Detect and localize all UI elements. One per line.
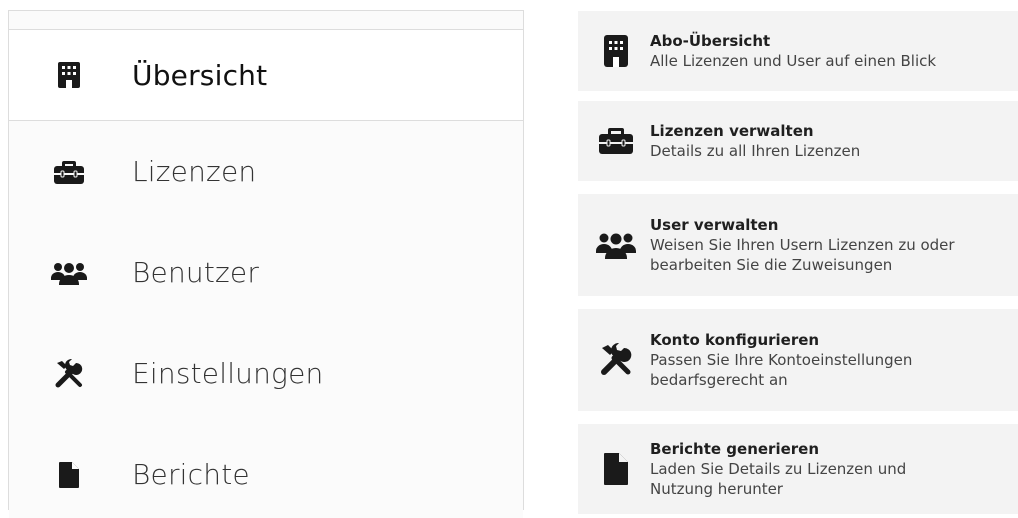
building-icon — [51, 57, 87, 93]
sidebar-item-label: Einstellungen — [132, 357, 324, 390]
sidebar-item-uebersicht[interactable]: Übersicht — [9, 30, 523, 121]
card-title: Lizenzen verwalten — [650, 121, 814, 140]
card-berichte-generieren[interactable]: Berichte generieren Laden Sie Details zu… — [578, 424, 1018, 514]
users-icon — [51, 255, 87, 291]
card-title: Konto konfigurieren — [650, 330, 820, 349]
sidebar-item-lizenzen[interactable]: Lizenzen — [9, 121, 523, 222]
tools-icon — [51, 356, 87, 392]
card-title: Abo-Übersicht — [650, 31, 771, 50]
sidebar-item-einstellungen[interactable]: Einstellungen — [9, 323, 523, 424]
sidebar-item-label: Lizenzen — [132, 155, 257, 188]
sidebar-item-label: Übersicht — [132, 58, 268, 92]
card-description-line-1: Laden Sie Details zu Lizenzen und — [650, 459, 907, 478]
document-icon — [51, 457, 87, 493]
card-konto-konfigurieren[interactable]: Konto konfigurieren Passen Sie Ihre Kont… — [578, 309, 1018, 411]
card-abo-uebersicht[interactable]: Abo-Übersicht Alle Lizenzen und User auf… — [578, 11, 1018, 91]
card-description: Details zu all Ihren Lizenzen — [650, 141, 861, 160]
sidebar-item-berichte[interactable]: Berichte — [9, 424, 523, 518]
account-overview-page: Übersicht Lizenzen Benutzer Einstellunge… — [0, 0, 1018, 518]
card-description-line-2: bearbeiten Sie die Zuweisungen — [650, 255, 893, 274]
users-icon — [596, 225, 636, 265]
sidebar-top-divider — [9, 11, 523, 30]
building-icon — [596, 31, 636, 71]
card-title: User verwalten — [650, 215, 779, 234]
tools-icon — [596, 340, 636, 380]
card-description-line-1: Passen Sie Ihre Kontoeinstellungen — [650, 350, 913, 369]
briefcase-icon — [51, 154, 87, 190]
card-description: Alle Lizenzen und User auf einen Blick — [650, 51, 937, 70]
document-icon — [596, 449, 636, 489]
card-description-line-2: Nutzung herunter — [650, 479, 783, 498]
card-title: Berichte generieren — [650, 439, 820, 458]
sidebar-item-label: Berichte — [132, 458, 250, 491]
sidebar-item-benutzer[interactable]: Benutzer — [9, 222, 523, 323]
card-lizenzen-verwalten[interactable]: Lizenzen verwalten Details zu all Ihren … — [578, 101, 1018, 181]
card-description-line-1: Weisen Sie Ihren Usern Lizenzen zu oder — [650, 235, 955, 254]
sidebar-item-label: Benutzer — [132, 256, 260, 289]
sidebar-navigation: Übersicht Lizenzen Benutzer Einstellunge… — [8, 10, 524, 518]
card-user-verwalten[interactable]: User verwalten Weisen Sie Ihren Usern Li… — [578, 194, 1018, 296]
card-description-line-2: bedarfsgerecht an — [650, 370, 788, 389]
briefcase-icon — [596, 121, 636, 161]
